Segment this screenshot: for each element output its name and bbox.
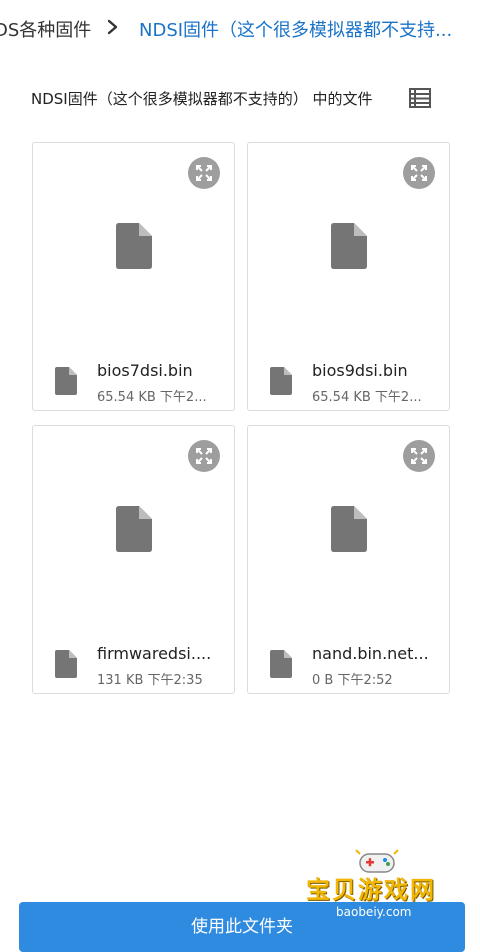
breadcrumb-previous[interactable]: DS各种固件 [0,16,91,42]
file-card[interactable]: nand.bin.net... 0 B 下午2:52 [247,425,450,694]
file-icon [116,223,152,269]
list-view-icon[interactable] [406,84,434,112]
breadcrumb: DS各种固件 NDSI固件（这个很多模拟器都不支持... [0,0,480,56]
expand-icon[interactable] [403,157,435,189]
expand-icon[interactable] [188,440,220,472]
file-icon [270,650,292,678]
file-icon [116,506,152,552]
watermark-url: baobeiy.com [336,905,412,919]
folder-header: NDSI固件（这个很多模拟器都不支持的） 中的文件 [0,82,480,114]
chevron-right-icon [107,19,118,35]
file-card[interactable]: firmwaredsi.... 131 KB 下午2:35 [32,425,235,694]
file-name: firmwaredsi.... [97,644,212,663]
file-meta: 0 B 下午2:52 [312,673,393,688]
expand-icon[interactable] [188,157,220,189]
file-icon [331,506,367,552]
watermark: 宝贝游戏网 baobeiy.com [300,848,456,924]
folder-label: NDSI固件（这个很多模拟器都不支持的） 中的文件 [31,90,373,108]
file-name: bios7dsi.bin [97,361,193,380]
file-icon [55,367,77,395]
file-card[interactable]: bios9dsi.bin 65.54 KB 下午2... [247,142,450,411]
breadcrumb-current[interactable]: NDSI固件（这个很多模拟器都不支持... [139,16,465,42]
file-meta: 131 KB 下午2:35 [97,673,203,688]
file-name: nand.bin.net... [312,644,429,663]
file-card[interactable]: bios7dsi.bin 65.54 KB 下午2... [32,142,235,411]
watermark-title: 宝贝游戏网 [306,876,436,904]
file-icon [331,223,367,269]
file-icon [270,367,292,395]
file-meta: 65.54 KB 下午2... [312,390,422,405]
file-meta: 65.54 KB 下午2... [97,390,207,405]
file-icon [55,650,77,678]
file-name: bios9dsi.bin [312,361,408,380]
expand-icon[interactable] [403,440,435,472]
